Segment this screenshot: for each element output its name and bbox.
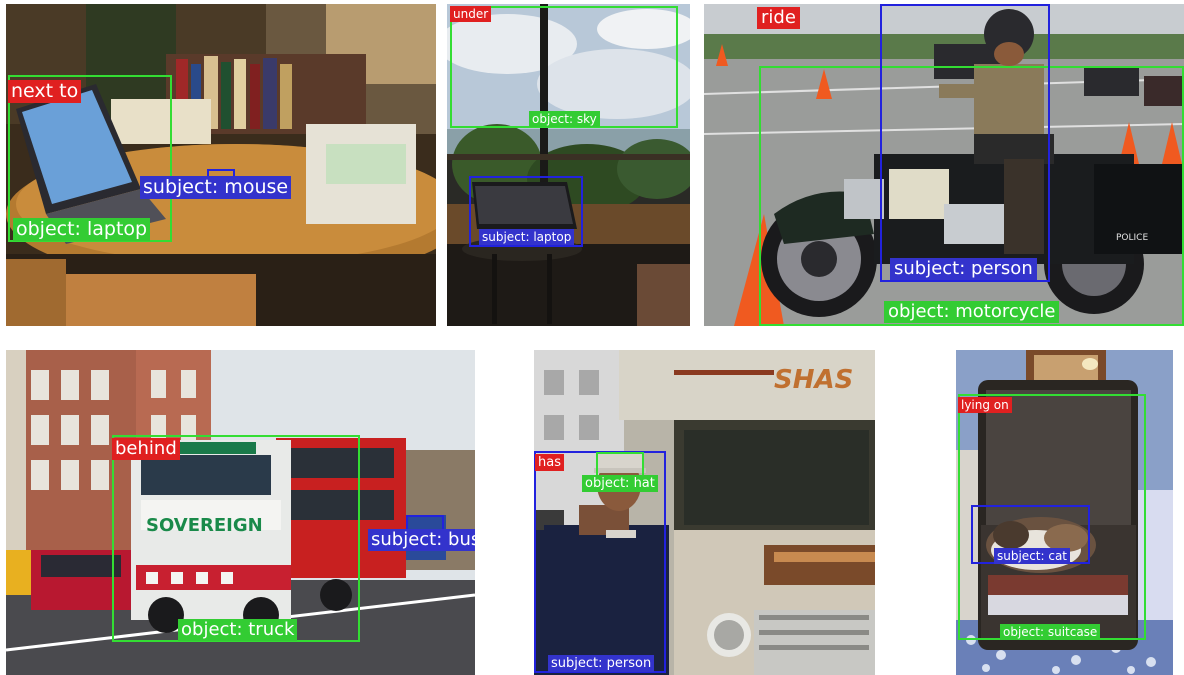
predicate-label: under xyxy=(450,6,492,22)
photo-panel-desk: next to subject: mouse object: laptop xyxy=(6,4,436,326)
object-label: object: motorcycle xyxy=(884,301,1060,323)
subject-box-person xyxy=(880,4,1050,282)
photo-panel-motorcycle: POLICE ride subject: person object: moto… xyxy=(704,4,1184,326)
subject-label: subject: person xyxy=(890,258,1037,280)
subject-label: subject: mouse xyxy=(140,176,292,199)
object-label: object: laptop xyxy=(13,218,151,241)
photo-panel-window: under object: sky subject: laptop xyxy=(447,4,690,326)
object-box-truck xyxy=(112,435,360,642)
object-label: object: hat xyxy=(582,475,658,492)
predicate-label: lying on xyxy=(958,397,1012,413)
subject-label: subject: person xyxy=(548,655,655,672)
predicate-label: next to xyxy=(8,80,82,103)
subject-label: subject: cat xyxy=(994,548,1071,564)
photo-panel-street: SOVEREIGN behind subject: bus object: tr… xyxy=(6,350,475,675)
photo-panel-suitcase: lying on subject: cat object: suitcase xyxy=(956,350,1173,675)
predicate-label: behind xyxy=(112,438,180,460)
object-label: object: sky xyxy=(529,111,600,127)
subject-label: subject: laptop xyxy=(479,229,575,245)
object-label: object: truck xyxy=(178,619,298,641)
subject-label: subject: bus xyxy=(368,529,475,551)
predicate-label: ride xyxy=(757,7,800,29)
photo-panel-rv: SHAS has object: hat subject: person xyxy=(534,350,875,675)
rv-brand-text: SHAS xyxy=(774,365,853,395)
predicate-label: has xyxy=(535,454,564,471)
object-label: object: suitcase xyxy=(1000,624,1101,640)
object-box-sky xyxy=(450,6,678,128)
